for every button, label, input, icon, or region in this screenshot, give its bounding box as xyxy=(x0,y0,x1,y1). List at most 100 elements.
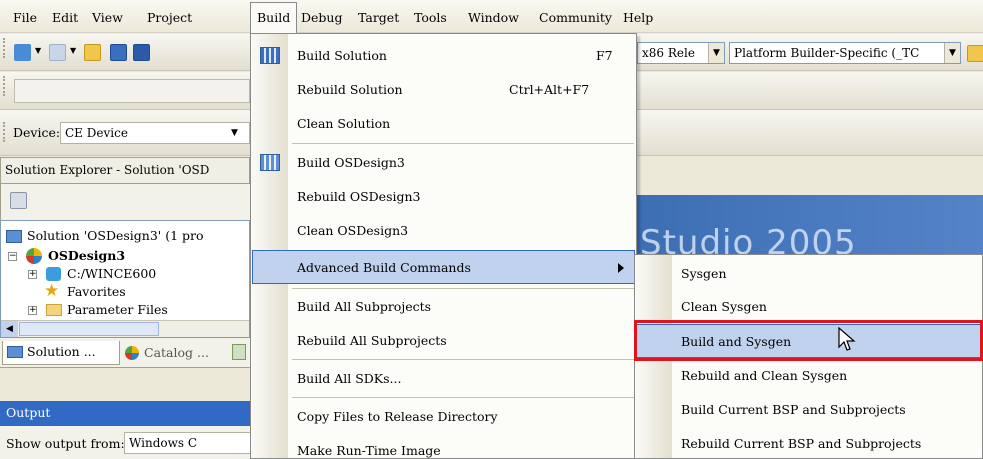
horizontal-scrollbar[interactable]: ◀ xyxy=(1,320,249,337)
rebuild-all-subprojects-item[interactable]: Rebuild All Subprojects xyxy=(252,324,635,358)
sysgen-item[interactable]: Sysgen xyxy=(636,257,982,291)
add-item-icon[interactable] xyxy=(49,44,66,61)
menu-item-shortcut: Ctrl+Alt+F7 xyxy=(509,82,590,97)
build-current-bsp-item[interactable]: Build Current BSP and Subprojects xyxy=(636,393,982,427)
configuration-combo[interactable]: x86 Rele ▼ xyxy=(637,42,725,64)
platform-combo[interactable]: Platform Builder-Specific (_TC ▼ xyxy=(729,42,961,64)
menu-item-label: Sysgen xyxy=(681,266,727,281)
dropdown-arrow-icon[interactable]: ▼ xyxy=(35,46,41,55)
open-folder-icon[interactable] xyxy=(84,44,101,61)
tab-label: Solution ... xyxy=(27,344,96,359)
build-all-subprojects-item[interactable]: Build All Subprojects xyxy=(252,290,635,324)
menu-view[interactable]: View xyxy=(90,8,125,28)
save-icon[interactable] xyxy=(110,44,127,61)
tree-item-label: Favorites xyxy=(67,284,126,299)
scroll-left-icon[interactable]: ◀ xyxy=(1,321,18,337)
menu-item-label: Build All Subprojects xyxy=(297,299,432,314)
start-page-text: Studio 2005 xyxy=(640,223,857,255)
menu-item-label: Rebuild All Subprojects xyxy=(297,333,447,348)
highlight-box xyxy=(634,320,983,361)
build-all-sdks-item[interactable]: Build All SDKs... xyxy=(252,362,635,396)
make-runtime-image-item[interactable]: Make Run-Time Image xyxy=(252,434,635,459)
chevron-down-icon[interactable]: ▼ xyxy=(708,43,724,63)
properties-icon[interactable] xyxy=(10,192,27,209)
menu-window[interactable]: Window xyxy=(466,8,521,28)
build-icon xyxy=(260,47,280,64)
menu-item-label: Build Current BSP and Subprojects xyxy=(681,402,906,417)
explorer-tab-strip: Solution ... Catalog ... xyxy=(0,338,250,368)
solution-icon xyxy=(6,230,22,243)
chevron-down-icon[interactable]: ▼ xyxy=(231,123,238,143)
clean-solution-item[interactable]: Clean Solution xyxy=(252,107,635,141)
menu-separator xyxy=(292,288,634,289)
solution-tree: Solution 'OSDesign3' (1 pro − OSDesign3 … xyxy=(0,220,250,338)
menu-edit[interactable]: Edit xyxy=(50,8,80,28)
build-project-icon xyxy=(260,154,280,171)
menu-item-label: Build Solution xyxy=(297,48,387,63)
tab-overflow-icon[interactable] xyxy=(232,344,246,360)
toolbar-grip[interactable] xyxy=(3,122,5,142)
menu-help[interactable]: Help xyxy=(621,8,655,28)
menu-project[interactable]: Project xyxy=(145,8,194,28)
menu-separator xyxy=(292,143,634,144)
catalog-icon xyxy=(125,346,139,360)
menu-build[interactable]: Build xyxy=(250,2,298,33)
menu-separator xyxy=(292,397,634,398)
tab-solution[interactable]: Solution ... xyxy=(2,341,120,365)
save-all-icon[interactable] xyxy=(133,44,150,61)
device-combo[interactable]: CE Device ▼ xyxy=(60,122,250,144)
solution-explorer-title: Solution Explorer - Solution 'OSD xyxy=(0,157,250,184)
output-toolbar: Show output from: Windows C xyxy=(0,426,254,459)
build-osdesign-item[interactable]: Build OSDesign3 xyxy=(252,146,635,180)
menu-separator xyxy=(292,359,634,360)
advanced-build-commands-item[interactable]: Advanced Build Commands xyxy=(252,250,635,284)
menu-bar: File Edit View Project Build Debug Targe… xyxy=(0,0,983,33)
device-label: Device: xyxy=(13,125,61,140)
tree-item-label: Solution 'OSDesign3' (1 pro xyxy=(27,228,204,243)
rebuild-current-bsp-item[interactable]: Rebuild Current BSP and Subprojects xyxy=(636,427,982,459)
copy-files-item[interactable]: Copy Files to Release Directory xyxy=(252,400,635,434)
menu-item-label: Copy Files to Release Directory xyxy=(297,409,498,424)
rebuild-and-clean-sysgen-item[interactable]: Rebuild and Clean Sysgen xyxy=(636,359,982,393)
menu-item-label: Rebuild and Clean Sysgen xyxy=(681,368,848,383)
tree-item-label: Parameter Files xyxy=(67,302,168,317)
tab-label: Catalog ... xyxy=(144,345,209,360)
menu-debug[interactable]: Debug xyxy=(299,8,344,28)
find-input[interactable] xyxy=(14,79,250,103)
build-menu: Build Solution F7 Rebuild Solution Ctrl+… xyxy=(250,33,637,459)
rebuild-solution-item[interactable]: Rebuild Solution Ctrl+Alt+F7 xyxy=(252,73,635,107)
menu-item-label: Advanced Build Commands xyxy=(297,260,471,275)
mouse-cursor-icon xyxy=(838,327,856,351)
toolbar-grip[interactable] xyxy=(3,76,5,96)
expand-icon[interactable]: + xyxy=(28,306,37,315)
menu-tools[interactable]: Tools xyxy=(412,8,449,28)
scrollbar-thumb[interactable] xyxy=(19,322,159,336)
toolbar-grip[interactable] xyxy=(3,38,5,58)
menu-target[interactable]: Target xyxy=(356,8,401,28)
start-page-banner: Studio 2005 xyxy=(634,195,983,255)
build-solution-item[interactable]: Build Solution F7 xyxy=(252,39,635,73)
clean-osdesign-item[interactable]: Clean OSDesign3 xyxy=(252,214,635,248)
platform-icon xyxy=(46,267,61,281)
menu-item-label: Make Run-Time Image xyxy=(297,443,441,458)
toolbar-extra-icon[interactable] xyxy=(967,45,983,62)
dropdown-arrow-icon[interactable]: ▼ xyxy=(70,46,76,55)
tab-catalog[interactable]: Catalog ... xyxy=(122,343,226,365)
chevron-down-icon[interactable]: ▼ xyxy=(944,43,960,63)
tree-item-label: C:/WINCE600 xyxy=(67,266,157,281)
menu-item-label: Build All SDKs... xyxy=(297,371,402,386)
show-output-label: Show output from: xyxy=(6,436,125,451)
output-source-combo[interactable]: Windows C xyxy=(124,432,254,454)
menu-community[interactable]: Community xyxy=(537,8,614,28)
device-value: CE Device xyxy=(65,126,128,140)
expand-icon[interactable]: + xyxy=(28,270,37,279)
collapse-icon[interactable]: − xyxy=(8,252,17,261)
add-new-item-icon[interactable] xyxy=(14,44,31,61)
menu-item-label: Rebuild Current BSP and Subprojects xyxy=(681,436,922,451)
tree-item-label: OSDesign3 xyxy=(48,248,126,263)
clean-sysgen-item[interactable]: Clean Sysgen xyxy=(636,290,982,324)
rebuild-osdesign-item[interactable]: Rebuild OSDesign3 xyxy=(252,180,635,214)
menu-item-label: Build OSDesign3 xyxy=(297,155,405,170)
menu-file[interactable]: File xyxy=(11,8,39,28)
solution-explorer-toolbar xyxy=(0,184,250,220)
